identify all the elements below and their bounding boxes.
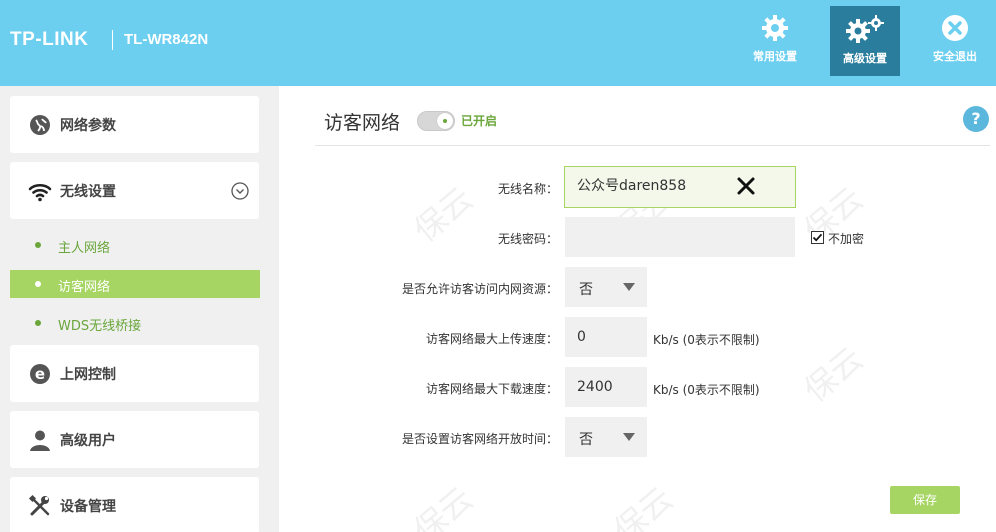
bullet-icon — [35, 242, 41, 248]
upload-speed-unit: Kb/s (0表示不限制) — [653, 333, 760, 347]
checkmark-icon — [812, 233, 823, 242]
logout-button[interactable]: 安全退出 — [920, 6, 990, 76]
sidebar-subitem-label: 主人网络 — [58, 241, 111, 256]
toggle-knob — [437, 113, 453, 129]
guest-network-toggle[interactable] — [417, 111, 455, 131]
sidebar-item-label: 无线设置 — [60, 184, 116, 200]
tools-icon — [28, 494, 50, 516]
sidebar-subitem-label: 访客网络 — [58, 280, 111, 295]
no-encryption-checkbox[interactable] — [811, 231, 824, 244]
caret-down-icon — [623, 283, 635, 291]
schedule-label: 是否设置访客网络开放时间： — [401, 432, 558, 446]
gear-icon — [762, 15, 788, 41]
brand-logo: TP-LINK — [10, 29, 89, 50]
sidebar-item-advanced-users[interactable]: 高级用户 — [10, 411, 259, 468]
sidebar-subitem-wds-bridge[interactable]: WDS无线桥接 — [10, 309, 260, 337]
sidebar-item-label: 设备管理 — [60, 499, 116, 515]
page-title: 访客网络 — [324, 112, 401, 134]
sidebar-item-internet-control[interactable]: e 上网控制 — [10, 345, 259, 402]
logo-divider — [112, 30, 113, 50]
sidebar-item-label: 网络参数 — [60, 118, 116, 134]
download-speed-unit: Kb/s (0表示不限制) — [653, 383, 760, 397]
sidebar-item-network-params[interactable]: 网络参数 — [10, 96, 259, 153]
sidebar-item-wireless-settings[interactable]: 无线设置 — [10, 162, 259, 219]
common-settings-label: 常用设置 — [753, 50, 797, 63]
advanced-settings-label: 高级设置 — [843, 52, 887, 65]
no-encryption-label: 不加密 — [828, 232, 865, 246]
download-speed-input[interactable]: 2400 — [565, 367, 647, 407]
password-input[interactable] — [565, 217, 795, 257]
allow-internal-select[interactable]: 否 — [565, 267, 647, 307]
upload-speed-label: 访客网络最大上传速度： — [425, 332, 558, 346]
common-settings-button[interactable]: 常用设置 — [740, 6, 810, 76]
select-value: 否 — [579, 432, 593, 448]
save-button[interactable]: 保存 — [890, 486, 960, 514]
upload-speed-input[interactable]: 0 — [565, 317, 647, 357]
sidebar-subitem-host-network[interactable]: 主人网络 — [10, 231, 260, 259]
network-icon — [30, 115, 50, 135]
sidebar: 网络参数 无线设置 主人网络 访客网络 WDS无线桥接 e 上网控制 高级用户 … — [0, 86, 279, 532]
allow-internal-label: 是否允许访客访问内网资源： — [401, 282, 558, 296]
title-divider — [315, 145, 990, 146]
clear-input-icon[interactable] — [735, 175, 757, 197]
password-label: 无线密码： — [497, 232, 558, 246]
sidebar-item-label: 上网控制 — [60, 367, 116, 383]
exit-icon — [942, 15, 968, 41]
advanced-settings-button[interactable]: 高级设置 — [830, 6, 900, 76]
sidebar-item-label: 高级用户 — [60, 433, 116, 449]
sidebar-subitem-guest-network[interactable]: 访客网络 — [10, 270, 260, 298]
download-speed-label: 访客网络最大下载速度： — [425, 382, 558, 396]
bullet-icon — [35, 320, 41, 326]
toggle-status-label: 已开启 — [461, 114, 498, 128]
sidebar-subitem-label: WDS无线桥接 — [58, 319, 142, 334]
ssid-input[interactable]: 公众号daren858 — [564, 166, 796, 208]
select-value: 否 — [579, 282, 593, 298]
ie-icon: e — [30, 364, 50, 384]
model-name: TL-WR842N — [124, 31, 209, 48]
caret-down-icon — [623, 433, 635, 441]
wifi-icon — [28, 183, 52, 202]
help-icon[interactable]: ? — [963, 106, 989, 132]
gears-icon — [846, 15, 884, 43]
chevron-down-icon[interactable] — [231, 182, 249, 200]
sidebar-item-device-management[interactable]: 设备管理 — [10, 477, 259, 532]
logout-label: 安全退出 — [933, 50, 977, 63]
user-icon — [30, 430, 50, 451]
svg-text:e: e — [35, 365, 45, 383]
bullet-icon — [35, 281, 41, 287]
ssid-label: 无线名称： — [497, 182, 558, 196]
schedule-select[interactable]: 否 — [565, 417, 647, 457]
top-header: TP-LINK TL-WR842N 常用设置 高级设置 安全退出 — [0, 0, 996, 86]
